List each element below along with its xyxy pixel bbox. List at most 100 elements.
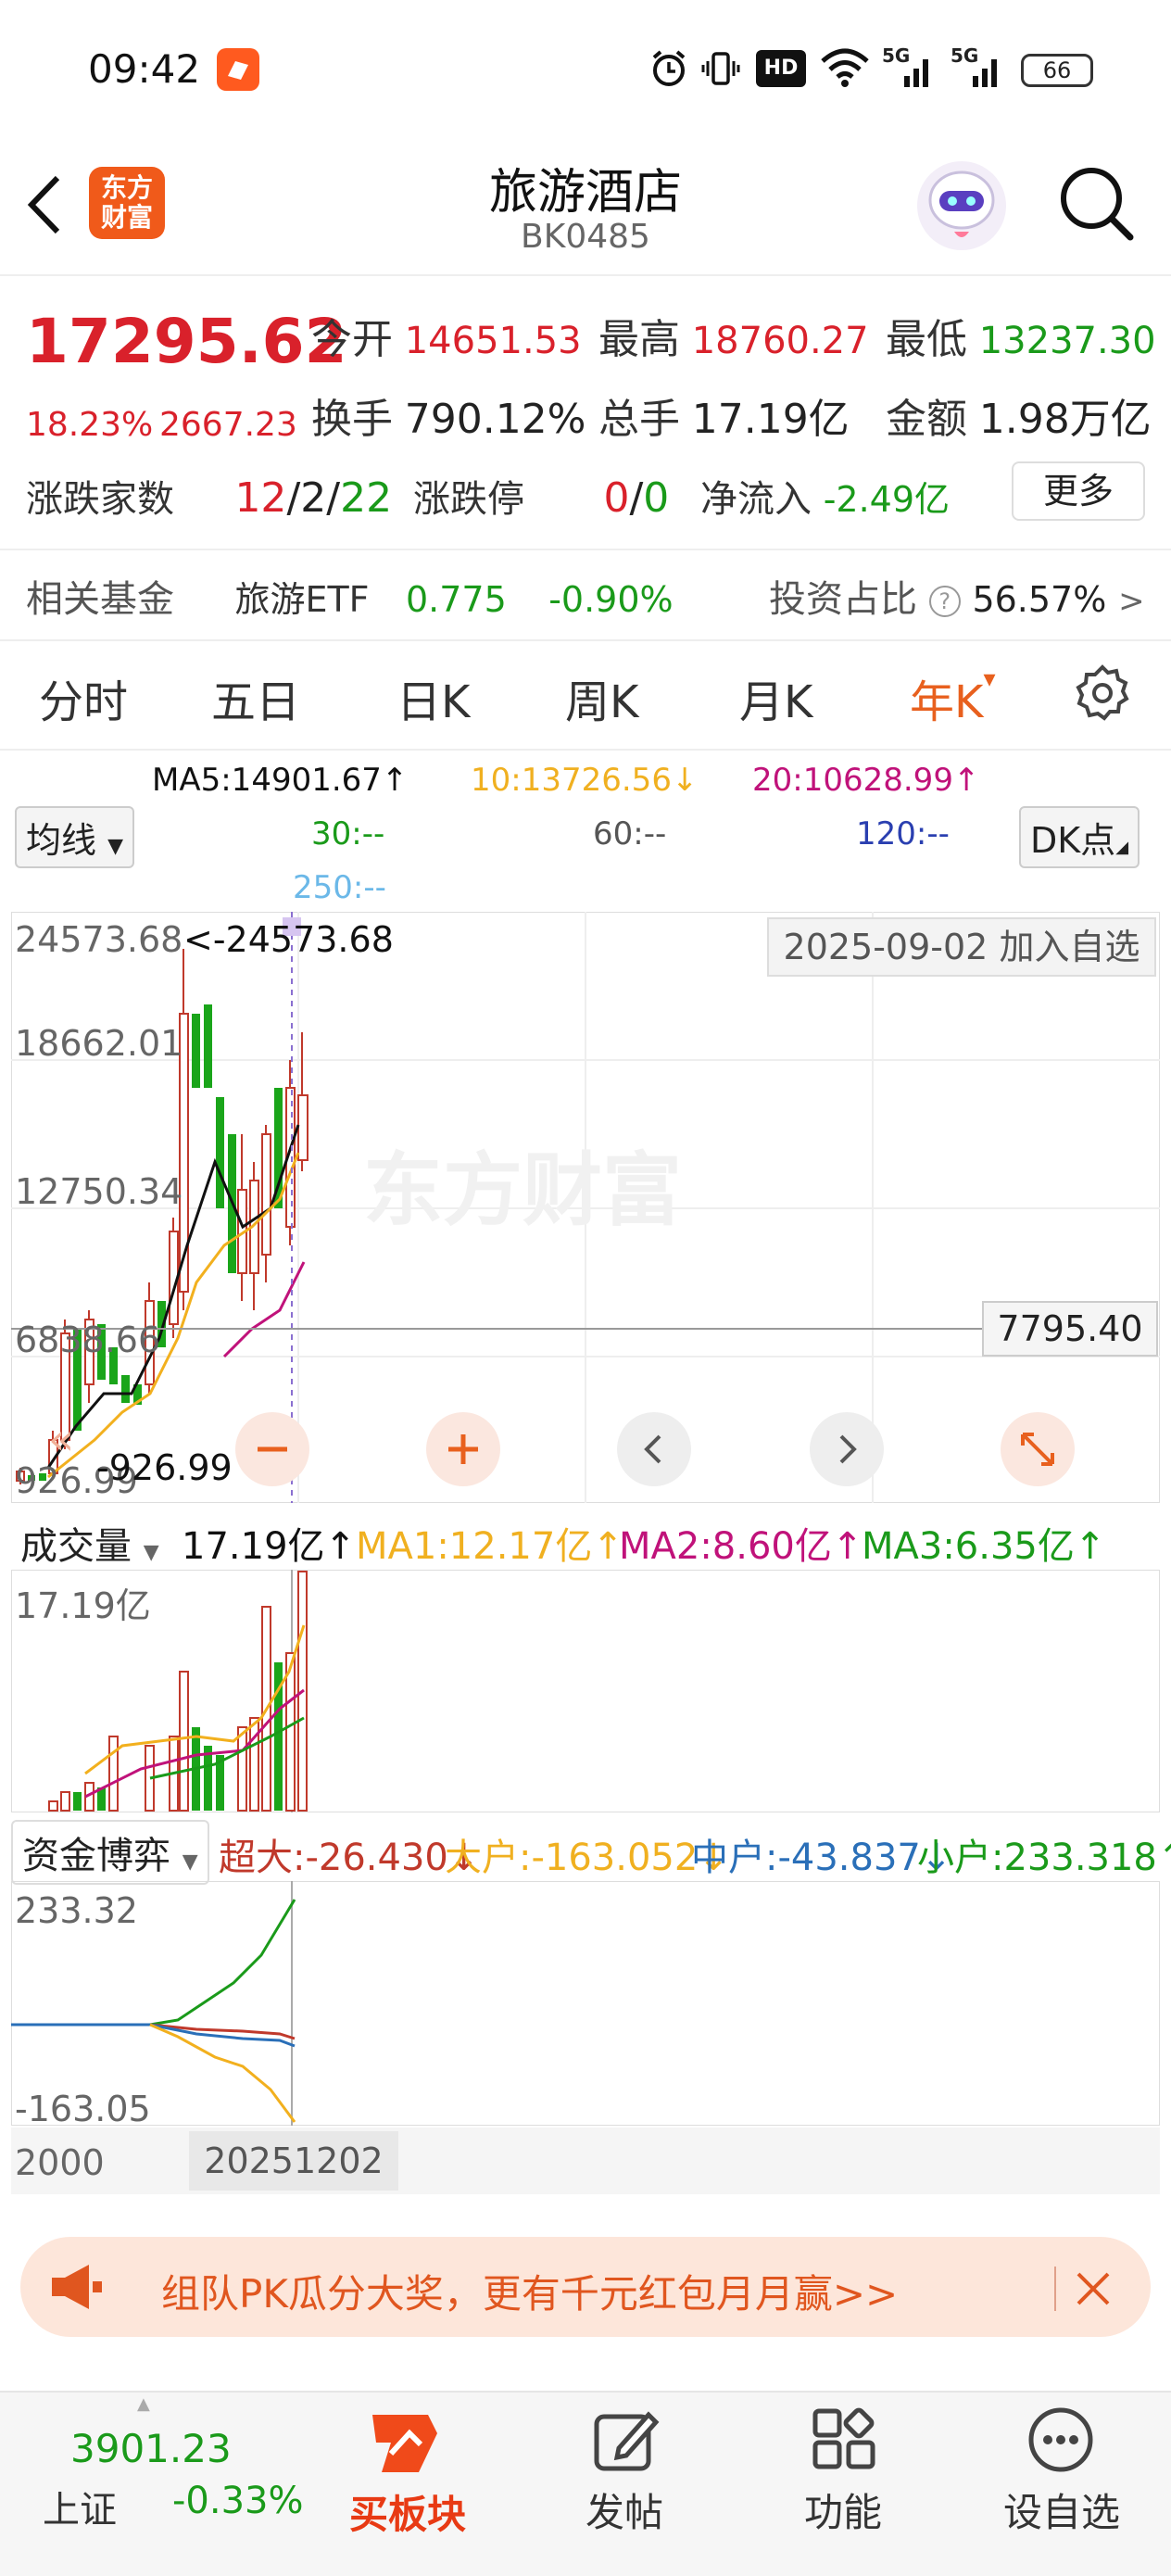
ma10-arrow: ↓: [671, 762, 699, 799]
fund-change: -0.90%: [548, 579, 674, 620]
amount-value: 1.98万亿: [978, 396, 1152, 443]
chart-watermark: 东方财富: [363, 1144, 682, 1237]
help-icon[interactable]: ?: [928, 586, 961, 617]
tab-monthly-k[interactable]: 月K: [739, 665, 812, 730]
buy-sector-icon[interactable]: [363, 2406, 447, 2480]
volume-ma1: MA1:12.17亿↑: [356, 1516, 623, 1570]
capital-super-text: 超大:-26.430: [219, 1837, 448, 1879]
buy-sector-label[interactable]: 买板块: [334, 2483, 482, 2540]
limit-up: 0: [603, 474, 630, 522]
volume-label: 总手: [598, 396, 680, 443]
dropdown-icon: ▼: [107, 835, 124, 858]
indicator-select[interactable]: 均线 ▼: [15, 806, 135, 868]
volume-ma3-arrow: ↑: [1074, 1525, 1106, 1568]
tab-intraday[interactable]: 分时: [39, 665, 128, 730]
change-amount: 2667.23: [159, 406, 297, 444]
more-dots-icon[interactable]: [1026, 2406, 1095, 2474]
turnover-value: 790.12%: [404, 396, 586, 443]
features-label[interactable]: 功能: [769, 2481, 917, 2538]
tab-weekly-k[interactable]: 周K: [565, 665, 638, 730]
set-watch-label[interactable]: 设自选: [988, 2481, 1136, 2538]
status-time: 09:42: [88, 46, 201, 92]
turnover-row: 换手 790.12%: [311, 385, 586, 445]
index-name[interactable]: 上证: [43, 2480, 117, 2533]
corner-icon: ◢: [1115, 838, 1129, 857]
turnover-label: 换手: [311, 396, 393, 443]
invest-ratio-row[interactable]: 投资占比 ? 56.57% >: [769, 569, 1145, 623]
capital-mid: 中户:-43.837↓: [691, 1827, 951, 1881]
volume-value: 17.19亿↑: [182, 1516, 356, 1570]
dropdown-icon: ▼: [143, 1541, 159, 1564]
volume-top-label: 17.19亿: [15, 1585, 151, 1626]
chevron-left-icon: [644, 1434, 661, 1464]
dk-point-button[interactable]: DK点◢: [1019, 806, 1140, 868]
fullscreen-button[interactable]: [1001, 1412, 1075, 1486]
volume-ma2: MA2:8.60亿↑: [619, 1516, 863, 1570]
vibrate-icon: [700, 48, 741, 89]
ma5-indicator: MA5:14901.67↑: [152, 762, 408, 799]
tab-yearly-k-label: 年K: [910, 676, 984, 728]
volume-bar: [179, 1671, 189, 1812]
search-icon[interactable]: [1056, 163, 1136, 243]
tab-daily-k[interactable]: 日K: [397, 665, 470, 730]
zoom-in-button[interactable]: [426, 1412, 500, 1486]
index-value[interactable]: 3901.23: [70, 2426, 232, 2471]
high-row: 最高 18760.27: [598, 306, 869, 365]
open-row: 今开 14651.53: [311, 306, 582, 365]
plus-icon: [448, 1434, 478, 1464]
min-marker: -926.99: [96, 1447, 233, 1488]
x-axis-bar: [11, 2128, 1160, 2194]
tab-five-day[interactable]: 五日: [211, 665, 300, 730]
ma5-arrow: ↑: [381, 762, 409, 799]
capital-bottom-label: -163.05: [15, 2089, 151, 2129]
capital-select[interactable]: 资金博弈 ▼: [11, 1820, 209, 1885]
netflow-value: -2.49亿: [823, 479, 951, 520]
low-row: 最低 13237.30: [886, 306, 1156, 365]
ma20-line: [222, 1261, 306, 1358]
dk-point-label: DK点: [1030, 820, 1116, 861]
crosshair-date: 2025-09-02: [783, 927, 988, 967]
ma20-arrow: ↑: [952, 762, 980, 799]
volume-row: 总手 17.19亿: [598, 385, 850, 445]
y-label-2: 18662.01: [15, 1023, 183, 1064]
invest-ratio-value: 56.57%: [972, 579, 1107, 620]
high-label: 最高: [598, 316, 680, 363]
capital-small: 小户:233.318↑: [917, 1827, 1171, 1881]
banner-text[interactable]: 组队PK瓜分大奖，更有千元红包月月赢>>: [161, 2263, 898, 2319]
index-change[interactable]: -0.33%: [172, 2480, 304, 2522]
features-icon[interactable]: [810, 2407, 878, 2474]
breadth-down: 22: [340, 474, 393, 522]
breadth-slash-1: /: [286, 474, 301, 522]
last-price: 17295.62: [26, 306, 347, 377]
move-left-button[interactable]: [617, 1412, 691, 1486]
tab-dropdown-icon: ▾: [983, 665, 996, 693]
scroll-left-icon[interactable]: «: [48, 1414, 74, 1464]
ma120-indicator: 120:--: [856, 815, 950, 852]
ma5-value: MA5:14901.67: [152, 762, 382, 799]
post-icon[interactable]: [591, 2407, 660, 2474]
max-marker: <-24573.68: [183, 919, 394, 960]
y-label-3: 12750.34: [15, 1171, 183, 1212]
kline-svg: 东方财富: [11, 912, 1160, 1503]
capital-large: 大户:-163.052↓: [445, 1827, 729, 1881]
related-fund-row[interactable]: 相关基金 旅游ETF 0.775 -0.90%: [26, 569, 674, 623]
robot-assistant-icon[interactable]: [913, 158, 1010, 254]
tab-yearly-k[interactable]: 年K▾: [910, 665, 996, 730]
amount-label: 金额: [886, 396, 967, 443]
more-button[interactable]: 更多: [1012, 461, 1145, 521]
capital-small-arrow: ↑: [1157, 1837, 1171, 1879]
capital-svg: [11, 1881, 296, 2126]
capital-small-line: [149, 1899, 296, 2027]
post-label[interactable]: 发帖: [550, 2481, 699, 2538]
zoom-out-button[interactable]: [235, 1412, 309, 1486]
breadth-flat: 2: [300, 474, 327, 522]
date-watch-box[interactable]: 2025-09-02 加入自选: [767, 917, 1156, 977]
move-right-button[interactable]: [810, 1412, 884, 1486]
wifi-icon: [819, 46, 871, 87]
capital-mid-text: 中户:-43.837: [691, 1837, 921, 1879]
close-icon[interactable]: [1071, 2267, 1115, 2311]
volume-select[interactable]: 成交量 ▼: [11, 1512, 169, 1573]
collapse-arrow-icon[interactable]: ▲: [137, 2394, 150, 2414]
low-label: 最低: [886, 316, 967, 363]
settings-icon[interactable]: [1073, 663, 1132, 723]
